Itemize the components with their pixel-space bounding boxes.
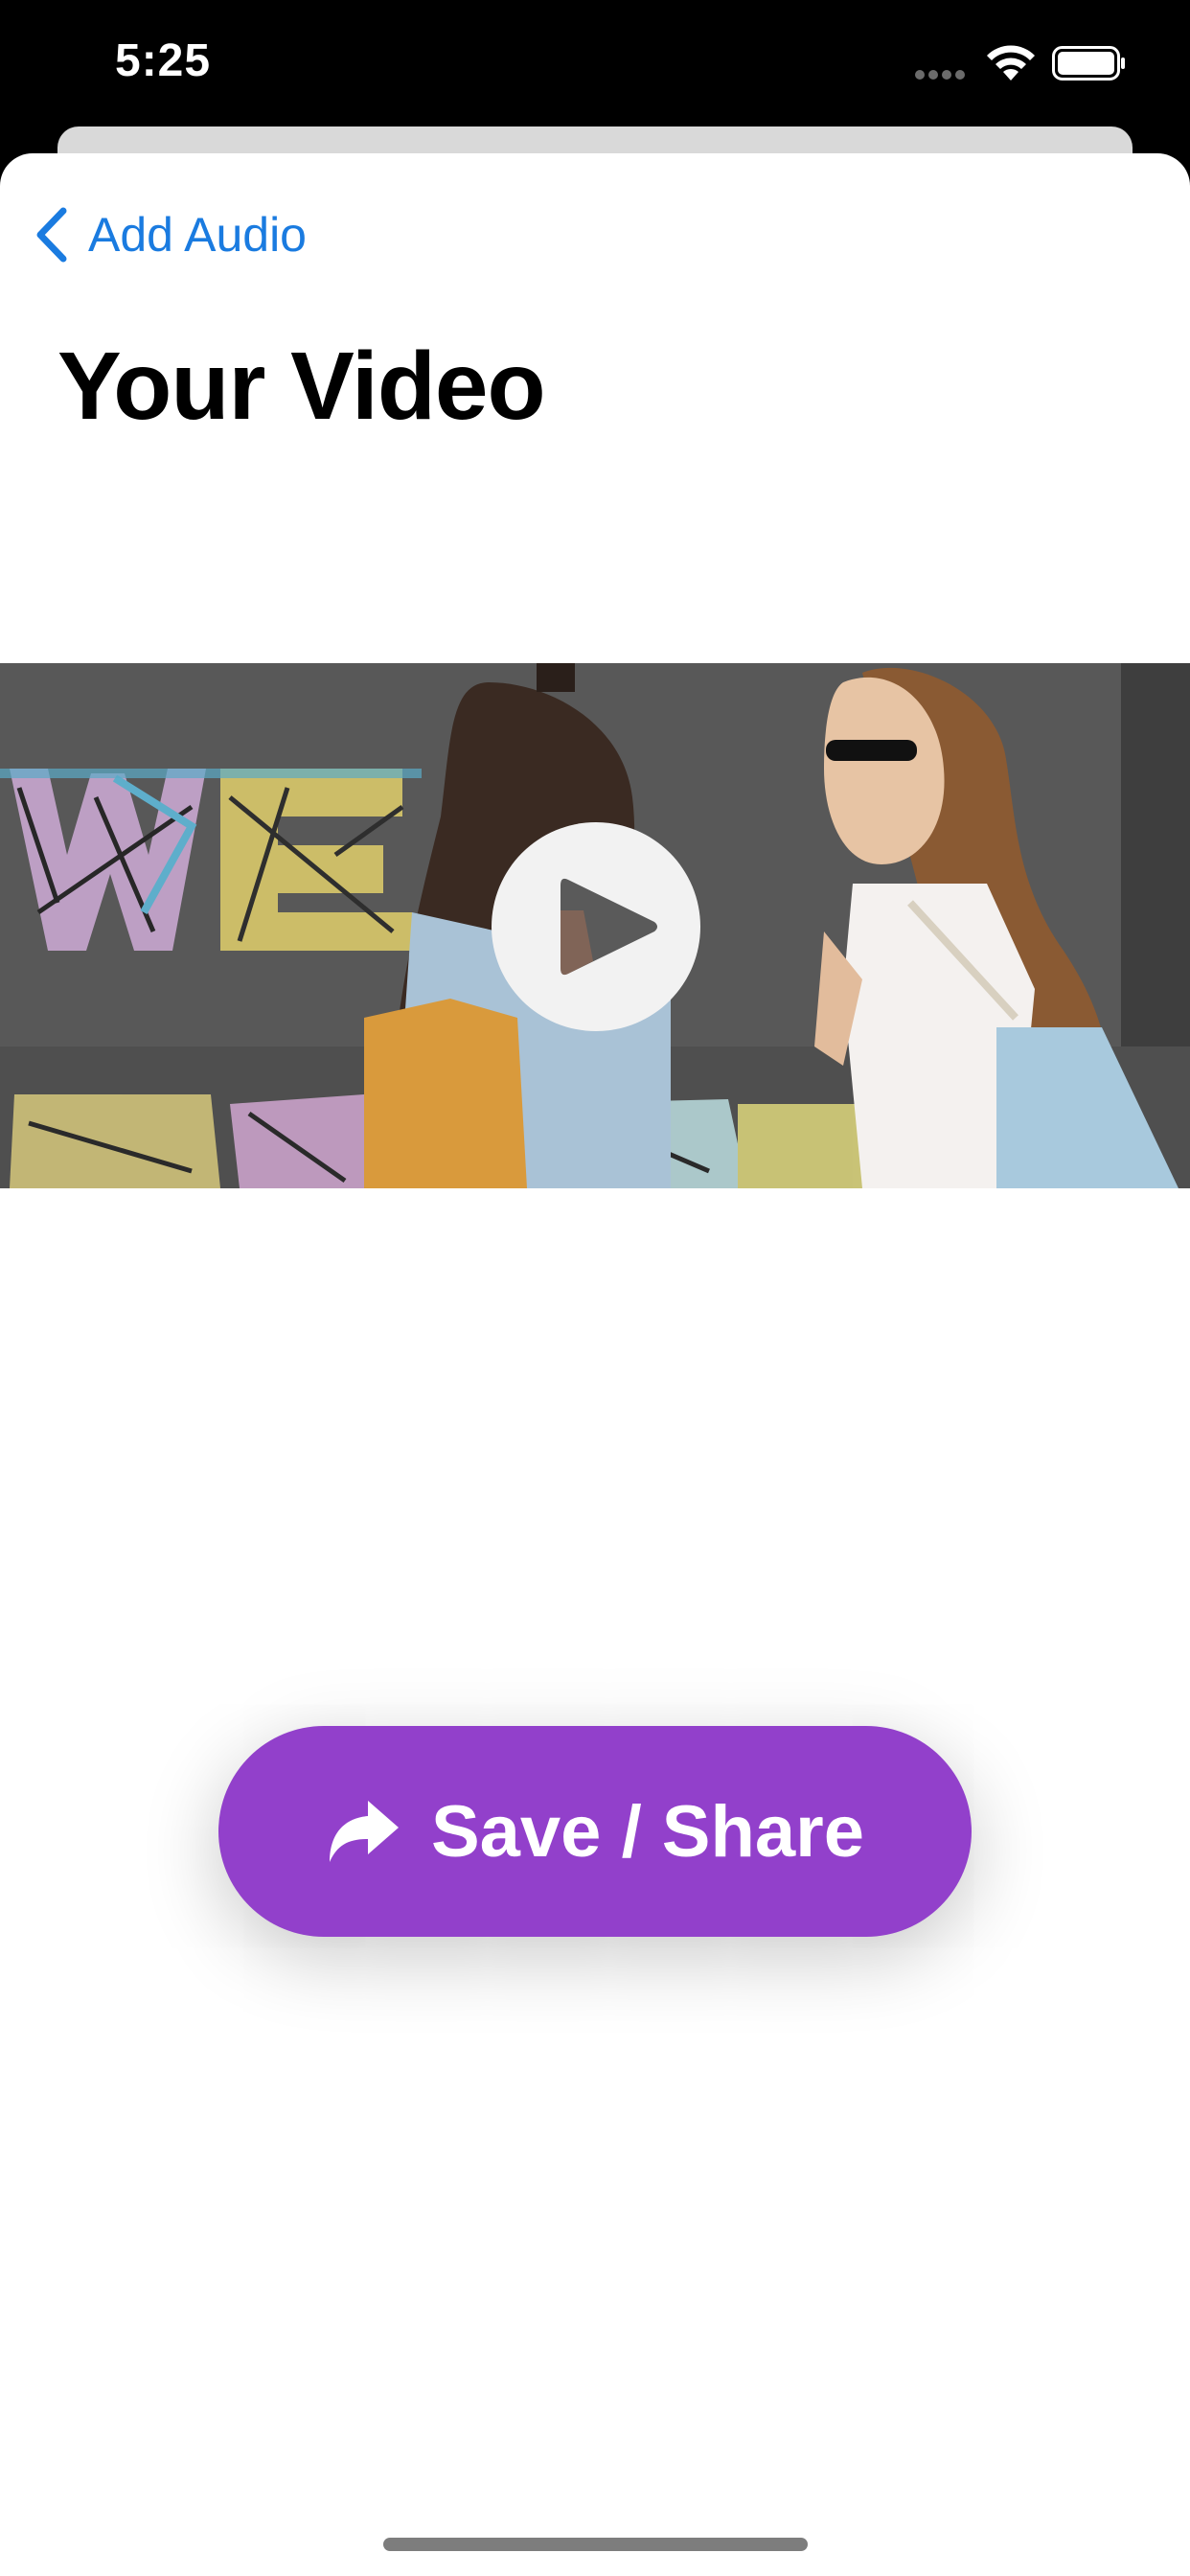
status-time: 5:25 xyxy=(115,35,212,86)
back-button-label: Add Audio xyxy=(88,208,307,262)
battery-icon xyxy=(1052,46,1125,80)
home-indicator[interactable] xyxy=(383,2538,808,2551)
wifi-icon xyxy=(987,45,1035,80)
save-share-button[interactable]: Save / Share xyxy=(218,1726,972,1937)
share-arrow-icon xyxy=(329,1801,399,1862)
back-button[interactable]: Add Audio xyxy=(33,201,307,268)
chevron-left-icon xyxy=(36,207,67,263)
save-share-label: Save / Share xyxy=(430,1790,865,1873)
video-player[interactable] xyxy=(0,663,1190,1188)
play-icon xyxy=(561,878,657,976)
page-title: Your Video xyxy=(57,333,546,440)
modal-sheet: Add Audio Your Video Save / Share xyxy=(0,153,1190,2576)
status-bar: 5:25 xyxy=(0,0,1190,125)
signal-icon xyxy=(915,67,971,80)
play-button[interactable] xyxy=(492,822,700,1031)
